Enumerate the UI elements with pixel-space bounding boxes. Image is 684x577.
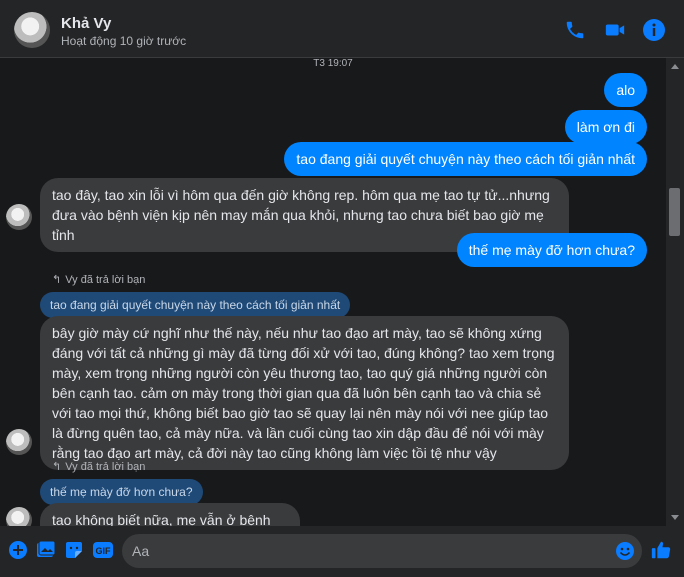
timestamp: T3 19:07 xyxy=(313,58,353,69)
like-icon[interactable] xyxy=(650,539,671,559)
sender-avatar[interactable] xyxy=(6,204,32,230)
reply-indicator: ↰ Vy đã trả lời bạn xyxy=(52,273,145,286)
svg-text:GIF: GIF xyxy=(96,546,112,556)
scrollbar-thumb[interactable] xyxy=(669,188,680,236)
incoming-message[interactable]: tao không biết nữa, mẹ vẫn ở bệnh viện xyxy=(40,503,300,526)
composer-bar: GIF Aa xyxy=(0,526,684,577)
message-input[interactable]: Aa xyxy=(122,534,642,568)
quoted-message[interactable]: thế mẹ mày đỡ hơn chưa? xyxy=(40,479,203,505)
plus-icon[interactable] xyxy=(8,540,28,560)
reply-arrow-icon: ↰ xyxy=(52,274,62,286)
info-icon[interactable] xyxy=(642,18,666,42)
emoji-icon[interactable] xyxy=(615,541,635,561)
reply-indicator: ↰ Vy đã trả lời bạn xyxy=(52,460,145,473)
image-icon[interactable] xyxy=(36,540,56,560)
contact-status: Hoạt động 10 giờ trước xyxy=(61,34,187,48)
video-icon[interactable] xyxy=(603,18,627,42)
outgoing-message[interactable]: tao đang giải quyết chuyện này theo cách… xyxy=(284,142,647,176)
sticker-icon[interactable] xyxy=(64,540,84,560)
sender-avatar[interactable] xyxy=(6,507,32,526)
phone-icon[interactable] xyxy=(563,18,587,42)
message-list[interactable]: T3 19:07 alo làm ơn đi tao đang giải quy… xyxy=(0,58,666,526)
reply-arrow-icon: ↰ xyxy=(52,461,62,473)
scrollbar[interactable] xyxy=(666,58,684,526)
outgoing-message[interactable]: alo xyxy=(604,73,647,107)
contact-avatar[interactable] xyxy=(14,12,50,48)
sender-avatar[interactable] xyxy=(6,429,32,455)
scroll-up-arrow-icon[interactable] xyxy=(671,64,679,69)
gif-icon[interactable]: GIF xyxy=(92,540,113,560)
chat-header: Khả Vy Hoạt động 10 giờ trước xyxy=(0,0,684,58)
outgoing-message[interactable]: làm ơn đi xyxy=(564,110,647,144)
contact-name[interactable]: Khả Vy xyxy=(61,15,111,32)
reply-indicator-label: Vy đã trả lời bạn xyxy=(65,274,146,286)
quoted-message[interactable]: tao đang giải quyết chuyện này theo cách… xyxy=(40,292,351,318)
scroll-down-arrow-icon[interactable] xyxy=(671,515,679,520)
reply-indicator-label: Vy đã trả lời bạn xyxy=(65,461,146,473)
outgoing-message[interactable]: thế mẹ mày đỡ hơn chưa? xyxy=(456,233,647,267)
incoming-message[interactable]: bây giờ mày cứ nghĩ như thế này, nếu như… xyxy=(40,316,569,470)
